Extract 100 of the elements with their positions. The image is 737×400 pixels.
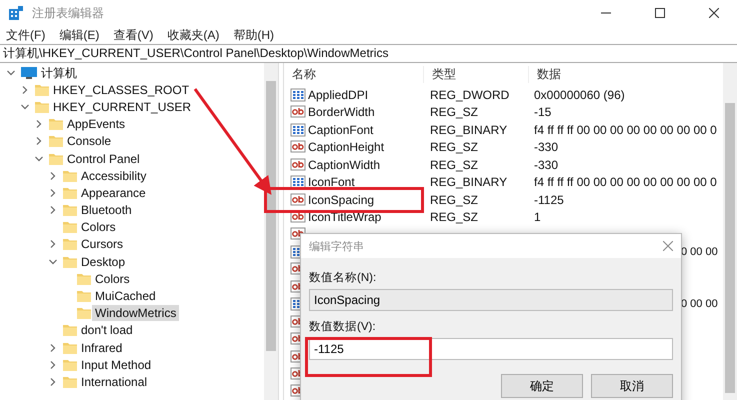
value-name[interactable]: CaptionWidth <box>308 158 380 172</box>
column-header[interactable]: 名称 <box>284 66 424 84</box>
app-icon <box>8 5 24 21</box>
tree-item[interactable]: Colors <box>92 270 133 287</box>
binary-value-icon <box>290 88 306 102</box>
value-type: REG_SZ <box>429 192 480 207</box>
menu-item[interactable]: 收藏夹(A) <box>167 26 220 44</box>
cancel-button[interactable]: 取消 <box>591 374 673 398</box>
folder-icon <box>76 289 92 304</box>
menu-item[interactable]: 查看(V) <box>113 26 154 44</box>
folder-icon <box>62 186 78 200</box>
collapsed-chevron-icon[interactable] <box>48 170 58 181</box>
tree-item[interactable]: Input Method <box>78 356 154 373</box>
collapsed-chevron-icon[interactable] <box>34 119 44 130</box>
value-data: f4 ff ff ff 00 00 00 00 00 00 00 00 0 <box>533 175 718 190</box>
dialog-title: 编辑字符串 <box>309 240 364 254</box>
value-name[interactable]: IconSpacing <box>308 192 374 207</box>
value-data: 0x00000060 (96) <box>533 88 626 102</box>
collapsed-chevron-icon[interactable] <box>20 84 30 95</box>
folder-icon <box>34 100 50 114</box>
collapsed-chevron-icon[interactable] <box>48 239 58 250</box>
value-name-field[interactable]: IconSpacing <box>309 289 673 311</box>
folder-icon <box>76 272 92 286</box>
maximize-icon[interactable] <box>655 8 665 18</box>
value-data-field[interactable]: -1125 <box>309 338 673 360</box>
tree-item[interactable]: WindowMetrics <box>92 305 180 322</box>
collapsed-chevron-icon[interactable] <box>48 205 58 216</box>
address-bar[interactable]: 计算机\HKEY_CURRENT_USER\Control Panel\Desktop\WindowMetrics <box>0 44 737 63</box>
folder-icon <box>62 220 78 234</box>
string-value-icon <box>290 192 306 207</box>
value-name[interactable]: IconFont <box>308 175 355 190</box>
tree-item[interactable]: Appearance <box>78 184 149 201</box>
value-type: REG_BINARY <box>429 175 508 190</box>
tree-item[interactable]: Control Panel <box>64 150 143 167</box>
tree-item[interactable]: HKEY_CLASSES_ROOT <box>50 82 192 98</box>
value-type: REG_SZ <box>429 210 480 224</box>
string-value-icon <box>290 140 306 154</box>
value-name[interactable]: CaptionFont <box>308 122 374 137</box>
collapsed-chevron-icon[interactable] <box>48 188 58 198</box>
folder-icon <box>62 374 78 389</box>
expanded-chevron-icon[interactable] <box>34 154 44 164</box>
tree-item[interactable]: Console <box>64 133 114 150</box>
folder-icon <box>62 237 78 252</box>
value-name[interactable]: IconTitleWrap <box>308 210 382 224</box>
close-icon[interactable] <box>709 8 719 18</box>
menu-item[interactable]: 帮助(H) <box>233 26 274 44</box>
tree-item[interactable]: Desktop <box>78 254 128 270</box>
column-header[interactable]: 类型 <box>424 66 529 84</box>
value-type: REG_BINARY <box>429 122 508 137</box>
folder-icon <box>62 203 78 218</box>
value-data: -1125 <box>533 192 565 207</box>
folder-icon <box>62 323 78 338</box>
folder-icon <box>62 168 78 183</box>
value-data: -15 <box>533 105 552 120</box>
folder-icon <box>34 82 50 97</box>
tree-item[interactable]: Cursors <box>78 236 126 252</box>
collapsed-chevron-icon[interactable] <box>48 342 58 353</box>
folder-icon <box>48 117 64 132</box>
tree-item[interactable]: Colors <box>78 219 119 236</box>
menu-item[interactable]: 编辑(E) <box>59 26 100 44</box>
binary-value-icon <box>290 122 306 137</box>
folder-icon <box>62 340 78 355</box>
folder-icon <box>62 254 78 269</box>
tree-item[interactable]: don't load <box>78 322 136 338</box>
value-type: REG_DWORD <box>429 88 510 102</box>
expanded-chevron-icon[interactable] <box>20 102 30 112</box>
value-type: REG_SZ <box>429 158 480 172</box>
scrollbar[interactable] <box>264 63 278 400</box>
string-value-icon <box>290 105 306 120</box>
tree-item[interactable]: International <box>78 374 150 390</box>
folder-icon <box>76 306 92 320</box>
folder-icon <box>48 134 64 148</box>
scrollbar[interactable] <box>723 63 737 400</box>
value-type: REG_SZ <box>429 140 480 154</box>
tree-item[interactable]: MuiCached <box>92 288 159 304</box>
expanded-chevron-icon[interactable] <box>6 68 16 78</box>
folder-icon <box>48 152 64 166</box>
tree-item[interactable]: Infrared <box>78 340 126 356</box>
collapsed-chevron-icon[interactable] <box>48 376 58 387</box>
collapsed-chevron-icon[interactable] <box>34 136 44 146</box>
value-name[interactable]: BorderWidth <box>308 105 375 120</box>
tree-item[interactable]: HKEY_CURRENT_USER <box>50 98 194 115</box>
menu-item[interactable]: 文件(F) <box>6 26 46 44</box>
folder-icon <box>62 358 78 372</box>
value-data: f4 ff ff ff 00 00 00 00 00 00 00 00 0 <box>533 122 718 137</box>
field-label: 数值名称(N): <box>309 270 378 285</box>
tree-item[interactable]: 计算机 <box>38 64 80 81</box>
collapsed-chevron-icon[interactable] <box>48 360 58 370</box>
string-value-icon <box>290 158 306 172</box>
value-name[interactable]: CaptionHeight <box>308 140 384 154</box>
tree-item[interactable]: AppEvents <box>64 116 128 132</box>
value-type: REG_SZ <box>429 105 480 120</box>
expanded-chevron-icon[interactable] <box>48 256 58 267</box>
ok-button[interactable]: 确定 <box>501 374 583 398</box>
tree-item[interactable]: Bluetooth <box>78 202 135 218</box>
binary-value-icon <box>290 175 306 190</box>
value-name[interactable]: AppliedDPI <box>308 88 368 102</box>
window-title: 注册表编辑器 <box>32 4 105 22</box>
value-data: -330 <box>533 158 560 172</box>
tree-item[interactable]: Accessibility <box>78 168 150 184</box>
